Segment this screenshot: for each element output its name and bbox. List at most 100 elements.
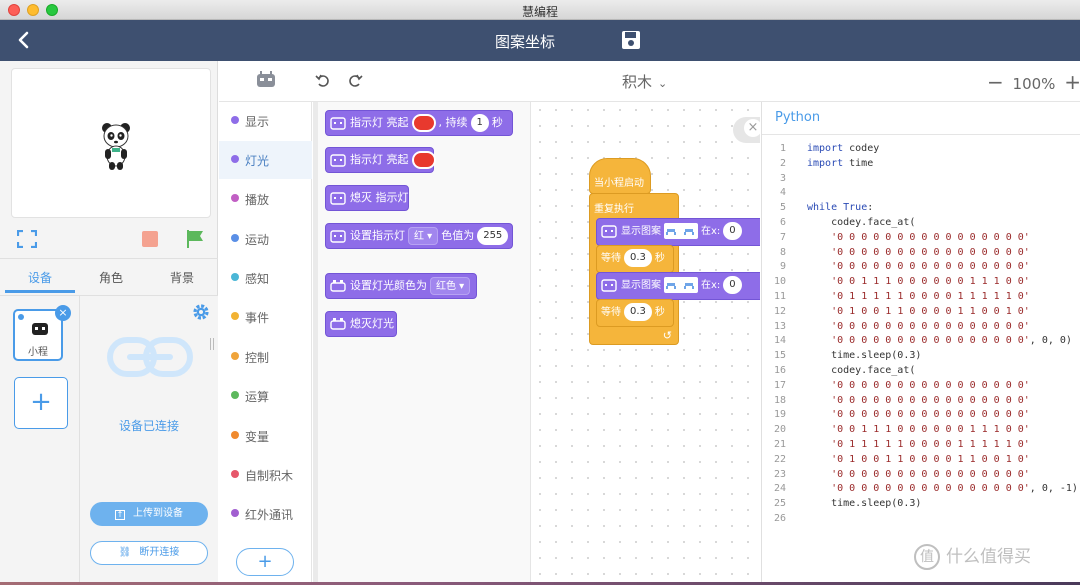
green-flag-icon[interactable] [185, 229, 205, 249]
category-sensing[interactable]: 感知 [219, 259, 312, 297]
code-line[interactable]: 18 '0 0 0 0 0 0 0 0 0 0 0 0 0 0 0 0' [762, 394, 1080, 409]
wait-input[interactable]: 0.3 [624, 303, 652, 321]
block-text: 等待 [601, 253, 621, 264]
code-line[interactable]: 22 '0 1 0 0 1 1 0 0 0 0 1 1 0 0 1 0' [762, 453, 1080, 468]
editor-toolbar: 积木 ⌄ − 100% + [219, 61, 1080, 102]
block-led-off[interactable]: 熄灭 指示灯 [325, 185, 409, 211]
zoom-in-button[interactable]: + [1064, 70, 1080, 94]
stage-canvas[interactable] [11, 68, 211, 218]
project-title[interactable]: 图案坐标 [440, 31, 610, 52]
mode-select[interactable]: 积木 ⌄ [622, 71, 667, 92]
block-led-on[interactable]: 指示灯 亮起 [325, 147, 436, 173]
category-control[interactable]: 控制 [219, 338, 312, 376]
color-picker[interactable] [411, 151, 436, 169]
close-panel-tab[interactable]: × [733, 117, 760, 143]
block-led-on-duration[interactable]: 指示灯 亮起, 持续 1 秒 [325, 110, 513, 136]
category-events[interactable]: 事件 [219, 298, 312, 336]
code-text: '0 0 0 0 0 0 0 0 0 0 0 0 0 0 0 0', 0, -1… [831, 483, 1078, 495]
device-card-codey[interactable]: × 小程 [13, 305, 71, 361]
code-line[interactable]: 10 '0 0 1 1 1 0 0 0 0 0 0 1 1 1 0 0' [762, 275, 1080, 290]
code-text: '0 0 0 0 0 0 0 0 0 0 0 0 0 0 0 0', 0, 0) [831, 335, 1072, 347]
color-channel-dropdown[interactable]: 红 ▾ [408, 227, 439, 245]
code-line[interactable]: 9 '0 0 0 0 0 0 0 0 0 0 0 0 0 0 0 0' [762, 260, 1080, 275]
category-display[interactable]: 显示 [219, 102, 312, 140]
category-sound[interactable]: 播放 [219, 180, 312, 218]
link-icon [107, 337, 193, 377]
code-line[interactable]: 6 codey.face_at( [762, 216, 1080, 231]
stop-button[interactable] [142, 231, 158, 247]
robot-icon [601, 225, 617, 238]
device-area: × 小程 + 设备已连接 [0, 295, 218, 582]
category-motion[interactable]: 运动 [219, 220, 312, 258]
value-input[interactable]: 255 [477, 227, 509, 245]
gear-icon[interactable] [192, 303, 210, 321]
back-button[interactable] [12, 28, 36, 52]
add-device-button[interactable]: + [14, 377, 68, 429]
category-operators[interactable]: 运算 [219, 377, 312, 415]
code-line[interactable]: 13 '0 0 0 0 0 0 0 0 0 0 0 0 0 0 0 0' [762, 320, 1080, 335]
device-robot-icon[interactable] [256, 71, 276, 89]
disconnect-button[interactable]: ⛓ 断开连接 [90, 541, 208, 565]
panda-sprite[interactable] [101, 122, 131, 170]
save-icon[interactable] [621, 30, 641, 50]
x-input[interactable]: 0 [723, 222, 742, 240]
block-set-light-color[interactable]: 设置灯光颜色为 红色 ▾ [325, 273, 477, 299]
code-line[interactable]: 14 '0 0 0 0 0 0 0 0 0 0 0 0 0 0 0 0', 0,… [762, 334, 1080, 349]
color-picker[interactable] [411, 114, 436, 132]
color-dropdown[interactable]: 红色 ▾ [430, 277, 471, 295]
pattern-thumbnail[interactable] [664, 277, 698, 293]
category-lighting[interactable]: 灯光 [219, 141, 312, 179]
tab-devices[interactable]: 设备 [5, 269, 75, 286]
code-text: '0 0 0 0 0 0 0 0 0 0 0 0 0 0 0 0' [831, 231, 1030, 243]
x-input[interactable]: 0 [723, 276, 742, 294]
zoom-out-button[interactable]: − [987, 70, 1004, 94]
palette-scrollbar[interactable] [313, 102, 318, 582]
code-line[interactable]: 26 [762, 512, 1080, 527]
code-line[interactable]: 12 '0 1 0 0 1 1 0 0 0 0 1 1 0 0 1 0' [762, 305, 1080, 320]
block-show-pattern-1[interactable]: 显示图案 在x: 0 [596, 218, 760, 246]
upload-to-device-button[interactable]: ↑ 上传到设备 [90, 502, 208, 526]
category-variables[interactable]: 变量 [219, 417, 312, 455]
block-text: 指示灯 亮起 [350, 116, 409, 129]
tab-backdrops[interactable]: 背景 [147, 269, 217, 286]
code-line[interactable]: 24 '0 0 0 0 0 0 0 0 0 0 0 0 0 0 0 0', 0,… [762, 482, 1080, 497]
code-line[interactable]: 15 time.sleep(0.3) [762, 349, 1080, 364]
undo-icon[interactable] [315, 72, 331, 88]
code-line[interactable]: 3 [762, 172, 1080, 187]
category-infrared[interactable]: 红外通讯 [219, 495, 312, 533]
remove-device-button[interactable]: × [55, 305, 71, 321]
code-line[interactable]: 2 import time [762, 157, 1080, 172]
code-line[interactable]: 21 '0 1 1 1 1 1 0 0 0 0 1 1 1 1 1 0' [762, 438, 1080, 453]
script-workspace[interactable]: × 当小程启动 重复执行 ↺ 显示图案 在x: 0 等待 0.3 秒 显示图案 在x: 0 … [532, 102, 760, 582]
block-lights-off[interactable]: 熄灭灯光 [325, 311, 397, 337]
block-wait-2[interactable]: 等待 0.3 秒 [596, 299, 674, 327]
hat-block-when-start[interactable]: 当小程启动 [589, 158, 651, 194]
code-line[interactable]: 25 time.sleep(0.3) [762, 497, 1080, 512]
fullscreen-icon[interactable] [17, 230, 37, 248]
code-line[interactable]: 19 '0 0 0 0 0 0 0 0 0 0 0 0 0 0 0 0' [762, 408, 1080, 423]
block-wait-1[interactable]: 等待 0.3 秒 [596, 245, 674, 273]
add-extension-button[interactable]: + [236, 548, 294, 576]
code-line[interactable]: 16 codey.face_at( [762, 364, 1080, 379]
code-line[interactable]: 5 while True: [762, 201, 1080, 216]
tab-sprites[interactable]: 角色 [76, 269, 146, 286]
panel-resize-handle[interactable] [210, 338, 214, 350]
block-show-pattern-2[interactable]: 显示图案 在x: 0 [596, 272, 760, 300]
code-line[interactable]: 17 '0 0 0 0 0 0 0 0 0 0 0 0 0 0 0 0' [762, 379, 1080, 394]
code-line[interactable]: 23 '0 0 0 0 0 0 0 0 0 0 0 0 0 0 0 0' [762, 468, 1080, 483]
wait-input[interactable]: 0.3 [624, 249, 652, 267]
code-line[interactable]: 4 [762, 186, 1080, 201]
duration-input[interactable]: 1 [470, 114, 489, 132]
redo-icon[interactable] [347, 72, 363, 88]
code-line[interactable]: 20 '0 0 1 1 1 0 0 0 0 0 0 1 1 1 0 0' [762, 423, 1080, 438]
category-my-blocks[interactable]: 自制积木 [219, 456, 312, 494]
block-set-led-value[interactable]: 设置指示灯红 ▾ 色值为 255 [325, 223, 513, 249]
code-line[interactable]: 7 '0 0 0 0 0 0 0 0 0 0 0 0 0 0 0 0' [762, 231, 1080, 246]
code-line[interactable]: 1 import codey [762, 142, 1080, 157]
app-header: 图案坐标 [0, 20, 1080, 61]
pattern-thumbnail[interactable] [664, 223, 698, 239]
category-label: 灯光 [245, 154, 270, 168]
code-line[interactable]: 11 '0 1 1 1 1 1 0 0 0 0 1 1 1 1 1 0' [762, 290, 1080, 305]
code-line[interactable]: 8 '0 0 0 0 0 0 0 0 0 0 0 0 0 0 0 0' [762, 246, 1080, 261]
code-editor[interactable]: 1 import codey 2 import time 3 4 5 while True: 6… [762, 142, 1080, 527]
